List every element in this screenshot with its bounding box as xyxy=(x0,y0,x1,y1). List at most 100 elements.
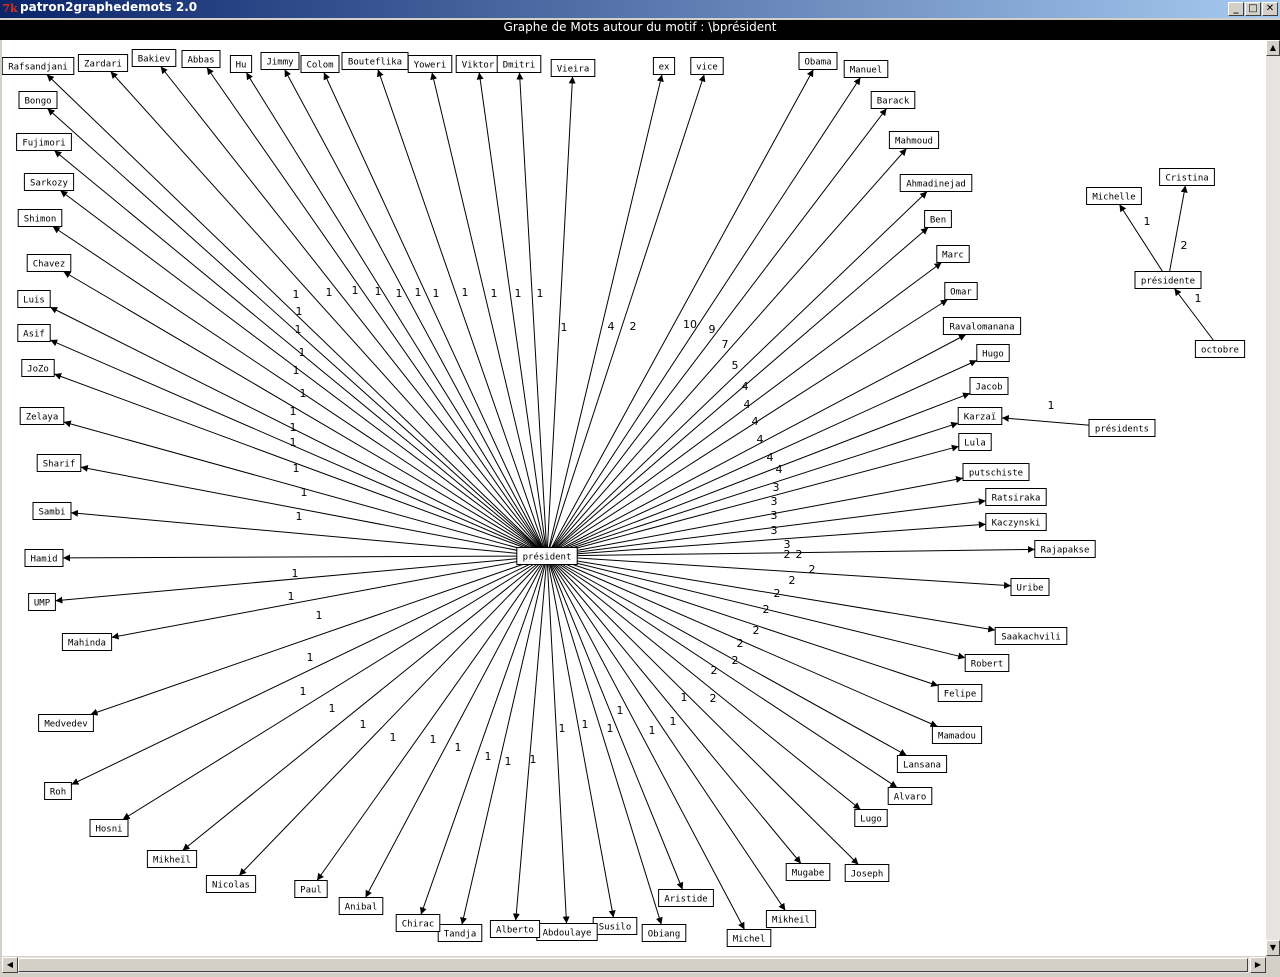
node-bouteflika[interactable]: Bouteflika xyxy=(341,52,409,70)
node-zardari[interactable]: Zardari xyxy=(77,54,129,72)
node-asif[interactable]: Asif xyxy=(17,324,51,342)
node-colom[interactable]: Colom xyxy=(300,55,340,73)
node-karzaï[interactable]: Karzaï xyxy=(957,407,1003,425)
graph-canvas[interactable]: 1 1 1 1 1 1 1 1 1 1 1 1 4 2 10 9 7 5 4 4 4 4 4 4 3 3 3 3 3 2 2 2 2 2 2 2 2 2 2… xyxy=(2,40,1267,956)
vertical-scrollbar[interactable]: ▲ ▼ xyxy=(1266,40,1280,956)
node-rafsandjani[interactable]: Rafsandjani xyxy=(2,57,75,75)
node-dmitri[interactable]: Dmitri xyxy=(496,55,542,73)
node-barack[interactable]: Barack xyxy=(870,91,916,109)
scroll-down-button[interactable]: ▼ xyxy=(1266,940,1280,956)
node-label: Anibal xyxy=(345,903,378,913)
edge-arrow xyxy=(546,555,786,911)
node-hamid[interactable]: Hamid xyxy=(24,549,64,567)
edge-arrow xyxy=(546,148,907,557)
node-michelle[interactable]: Michelle xyxy=(1086,187,1142,205)
minimize-icon[interactable]: _ xyxy=(1228,2,1244,16)
node-luis[interactable]: Luis xyxy=(17,290,51,308)
edge-count: 2 xyxy=(711,664,718,677)
node-anibal[interactable]: Anibal xyxy=(338,897,384,915)
node-kaczynski[interactable]: Kaczynski xyxy=(985,513,1047,531)
node-lugo[interactable]: Lugo xyxy=(854,809,888,827)
edge-count: 1 xyxy=(290,405,297,418)
edge-count: 1 xyxy=(301,486,308,499)
maximize-icon[interactable]: □ xyxy=(1245,2,1261,16)
node-joseph[interactable]: Joseph xyxy=(844,864,890,882)
node-alvaro[interactable]: Alvaro xyxy=(887,787,933,805)
node-bakiev[interactable]: Bakiev xyxy=(131,49,177,67)
node-ben[interactable]: Ben xyxy=(924,210,952,228)
node-lansana[interactable]: Lansana xyxy=(896,755,948,773)
node-marc[interactable]: Marc xyxy=(936,245,970,263)
node-jimmy[interactable]: Jimmy xyxy=(260,52,300,70)
node-aristide[interactable]: Aristide xyxy=(658,889,714,907)
scroll-up-button[interactable]: ▲ xyxy=(1266,40,1280,56)
node-mikheil[interactable]: Mikheil xyxy=(765,910,817,928)
node-label: Lansana xyxy=(903,761,941,771)
node-sambi[interactable]: Sambi xyxy=(32,502,72,520)
node-mamadou[interactable]: Mamadou xyxy=(931,726,983,744)
node-rajapakse[interactable]: Rajapakse xyxy=(1034,540,1096,558)
node-saakachvili[interactable]: Saakachvili xyxy=(994,627,1068,645)
node-shimon[interactable]: Shimon xyxy=(17,209,63,227)
node-zelaya[interactable]: Zelaya xyxy=(19,407,65,425)
node-nicolas[interactable]: Nicolas xyxy=(205,875,257,893)
node-abdoulaye[interactable]: Abdoulaye xyxy=(536,923,598,941)
node-felipe[interactable]: Felipe xyxy=(937,684,983,702)
node-mahinda[interactable]: Mahinda xyxy=(61,633,113,651)
node-hugo[interactable]: Hugo xyxy=(976,344,1010,362)
close-icon[interactable]: ✕ xyxy=(1262,2,1278,16)
edge-arrow xyxy=(546,76,576,557)
node-roh[interactable]: Roh xyxy=(44,782,72,800)
node-vieira[interactable]: Vieira xyxy=(550,59,596,77)
horizontal-scrollbar[interactable]: ◀ ▶ xyxy=(2,957,1266,973)
node-cristina[interactable]: Cristina xyxy=(1159,168,1215,186)
node-ahmadinejad[interactable]: Ahmadinejad xyxy=(899,174,973,192)
edge-count: 1 xyxy=(530,753,537,766)
scroll-right-button[interactable]: ▶ xyxy=(1250,957,1266,973)
node-ratsiraka[interactable]: Ratsiraka xyxy=(985,488,1047,506)
node-mahmoud[interactable]: Mahmoud xyxy=(888,131,940,149)
node-susilo[interactable]: Susilo xyxy=(592,917,638,935)
node-sarkozy[interactable]: Sarkozy xyxy=(23,173,75,191)
node-mugabe[interactable]: Mugabe xyxy=(785,863,831,881)
node-fujimori[interactable]: Fujimori xyxy=(16,133,72,151)
node-alberto[interactable]: Alberto xyxy=(489,920,541,938)
node-ex[interactable]: ex xyxy=(652,57,676,75)
node-lula[interactable]: Lula xyxy=(958,433,992,451)
center-node[interactable]: président xyxy=(516,547,578,565)
scroll-left-button[interactable]: ◀ xyxy=(2,957,18,973)
node-présidents[interactable]: présidents xyxy=(1088,419,1156,437)
node-yoweri[interactable]: Yoweri xyxy=(407,55,453,73)
horizontal-scroll-thumb[interactable] xyxy=(18,958,1248,972)
node-chirac[interactable]: Chirac xyxy=(395,914,441,932)
edge-arrow xyxy=(206,67,548,557)
node-hu[interactable]: Hu xyxy=(229,55,253,73)
node-michel[interactable]: Michel xyxy=(726,929,772,947)
node-bongo[interactable]: Bongo xyxy=(18,91,58,109)
node-ump[interactable]: UMP xyxy=(28,593,56,611)
node-putschiste[interactable]: putschiste xyxy=(962,463,1030,481)
node-label: Mikheïl xyxy=(153,856,191,866)
node-tandja[interactable]: Tandja xyxy=(437,924,483,942)
node-obiang[interactable]: Obiang xyxy=(641,924,687,942)
node-omar[interactable]: Omar xyxy=(944,282,978,300)
node-jozo[interactable]: JoZo xyxy=(21,359,55,377)
node-chavez[interactable]: Chavez xyxy=(26,254,72,272)
node-abbas[interactable]: Abbas xyxy=(181,50,221,68)
node-viktor[interactable]: Viktor xyxy=(455,55,501,73)
node-paul[interactable]: Paul xyxy=(294,880,328,898)
node-medvedev[interactable]: Medvedev xyxy=(38,714,94,732)
node-octobre[interactable]: octobre xyxy=(1194,340,1246,358)
node-ravalomanana[interactable]: Ravalomanana xyxy=(942,317,1022,335)
node-sharif[interactable]: Sharif xyxy=(36,454,82,472)
node-label: Barack xyxy=(877,97,910,107)
node-mikheïl[interactable]: Mikheïl xyxy=(146,850,198,868)
node-hosni[interactable]: Hosni xyxy=(89,819,129,837)
node-manuel[interactable]: Manuel xyxy=(843,60,889,78)
node-présidente[interactable]: présidente xyxy=(1134,271,1202,289)
node-uribe[interactable]: Uribe xyxy=(1010,578,1050,596)
node-jacob[interactable]: Jacob xyxy=(969,377,1009,395)
node-vice[interactable]: vice xyxy=(690,57,724,75)
node-obama[interactable]: Obama xyxy=(798,52,838,70)
node-robert[interactable]: Robert xyxy=(964,654,1010,672)
